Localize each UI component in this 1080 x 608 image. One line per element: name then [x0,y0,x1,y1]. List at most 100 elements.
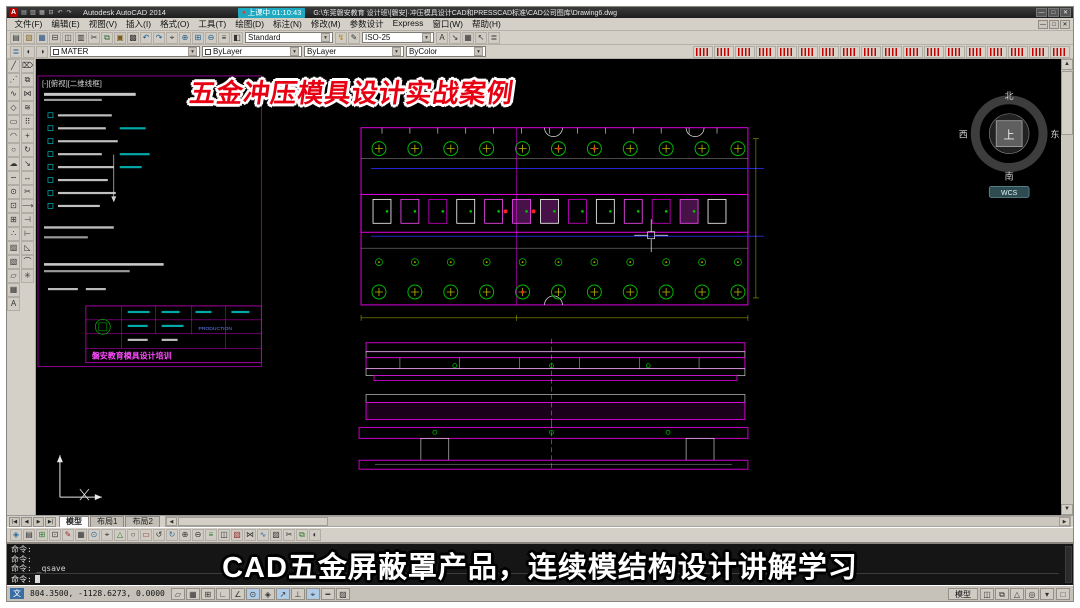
tab-layout1[interactable]: 布局1 [90,516,125,527]
redo-icon[interactable]: ↷ [153,31,165,44]
publish-icon[interactable]: ▥ [75,31,87,44]
presscad-tool-icon[interactable] [1050,45,1070,58]
vertical-scrollbar[interactable]: ▲ ▼ [1061,59,1073,515]
tab-layout2[interactable]: 布局2 [125,516,160,527]
save-icon[interactable]: ▦ [36,31,48,44]
menu-insert[interactable]: 插入(I) [122,18,156,30]
multiline-text-icon[interactable]: A [7,297,20,311]
autocad-logo-icon[interactable]: A [9,8,18,17]
scroll-right-icon[interactable]: ▶ [1059,517,1070,526]
region-icon[interactable]: ▱ [7,269,20,283]
make-block-icon[interactable]: ⊞ [7,213,20,227]
copy-clip-icon[interactable]: ⧉ [101,31,113,44]
presscad-tool-icon[interactable] [966,45,986,58]
menu-draw[interactable]: 绘图(D) [231,18,269,30]
snap-toggle[interactable]: ▦ [185,587,200,600]
polar-toggle[interactable]: ∠ [230,587,245,600]
spline-icon[interactable]: ∽ [7,171,20,185]
layer-states-icon[interactable]: ≣ [488,31,500,44]
mdi-minimize-button[interactable]: — [1038,19,1048,29]
bottom-tool-icon[interactable]: ◫ [218,529,230,541]
qat-undo-icon[interactable]: ↶ [56,9,64,16]
menu-format[interactable]: 格式(O) [156,18,194,30]
pan-icon[interactable]: ⌖ [166,31,178,44]
presscad-tool-icon[interactable] [861,45,881,58]
ducs-toggle[interactable]: ⊥ [290,587,305,600]
table-style-icon[interactable]: ▦ [462,31,474,44]
ime-indicator[interactable]: 文 [10,588,24,599]
rotate-icon[interactable]: ↻ [21,143,34,157]
trim-icon[interactable]: ✂ [21,185,34,199]
menu-dimension[interactable]: 标注(N) [269,18,307,30]
construction-line-icon[interactable]: ⋰ [7,73,20,87]
arc-icon[interactable]: ◠ [7,129,20,143]
bottom-tool-icon[interactable]: ⋈ [244,529,256,541]
annotation-icon[interactable]: ✎ [348,31,360,44]
open-icon[interactable]: ▧ [23,31,35,44]
menu-view[interactable]: 视图(V) [84,18,121,30]
new-icon[interactable]: ▤ [10,31,22,44]
ellipse-icon[interactable]: ⊙ [7,185,20,199]
annotation-scale-icon[interactable]: △ [1010,587,1024,600]
polyline-icon[interactable]: ∿ [7,87,20,101]
menu-modify[interactable]: 修改(M) [306,18,345,30]
dim-style-combo[interactable]: ISO-25 ▾ [362,32,434,43]
layer-unisolate-icon[interactable]: ◑ [36,45,48,58]
paste-icon[interactable]: ▣ [114,31,126,44]
bottom-tool-icon[interactable]: ▤ [23,529,35,541]
zoom-window-icon[interactable]: ⊞ [192,31,204,44]
horizontal-scroll-thumb[interactable] [177,517,328,526]
bottom-tool-icon[interactable]: ▧ [231,529,243,541]
circle-icon[interactable]: ○ [7,143,20,157]
presscad-tool-icon[interactable] [882,45,902,58]
qat-redo-icon[interactable]: ↷ [65,9,73,16]
scroll-down-icon[interactable]: ▼ [1061,504,1073,515]
menu-window[interactable]: 窗口(W) [428,18,468,30]
zoom-realtime-icon[interactable]: ⊕ [179,31,191,44]
viewport-controls[interactable]: [-][俯视][二维线框] [42,78,102,88]
text-style-icon[interactable]: A [436,31,448,44]
menu-tools[interactable]: 工具(T) [194,18,231,30]
mirror-icon[interactable]: ⋈ [21,87,34,101]
menu-parametric-design[interactable]: 参数设计 [345,18,388,30]
dim-style-icon[interactable]: ↘ [449,31,461,44]
otrack-toggle[interactable]: ↗ [275,587,290,600]
presscad-tool-icon[interactable] [735,45,755,58]
array-icon[interactable]: ⠿ [21,115,34,129]
bottom-tool-icon[interactable]: ▭ [140,529,152,541]
polygon-icon[interactable]: ◇ [7,101,20,115]
minimize-button[interactable]: — [1036,8,1047,17]
join-icon[interactable]: ⊢ [21,227,34,241]
presscad-tool-icon[interactable] [693,45,713,58]
designcenter-icon[interactable]: ◧ [231,31,243,44]
presscad-tool-icon[interactable] [903,45,923,58]
viewcube-west[interactable]: 西 [959,130,968,140]
model-space-button[interactable]: 模型 [948,587,978,600]
copy-icon[interactable]: ⧉ [21,73,34,87]
bottom-tool-icon[interactable]: ⊞ [36,529,48,541]
line-icon[interactable]: ╱ [7,59,20,73]
presscad-tool-icon[interactable] [924,45,944,58]
next-tab-button[interactable]: ▶ [33,516,44,527]
color-combo[interactable]: ByLayer ▾ [202,46,302,57]
layer-combo[interactable]: MATER ▾ [50,46,200,57]
presscad-tool-icon[interactable] [987,45,1007,58]
bottom-tool-icon[interactable]: ✂ [283,529,295,541]
layer-isolate-icon[interactable]: ◐ [23,45,35,58]
drawing-canvas[interactable]: [-][俯视][二维线框] 磐安教育模具设计培训 PRODUCTION 上 北 … [36,59,1061,515]
dyn-toggle[interactable]: ⌖ [305,587,320,600]
grid-toggle[interactable]: ⊞ [200,587,215,600]
bottom-tool-icon[interactable]: ⊖ [192,529,204,541]
revision-cloud-icon[interactable]: ☁ [7,157,20,171]
bottom-tool-icon[interactable]: ◐ [309,529,321,541]
qat-plot-icon[interactable]: ⊟ [47,9,55,16]
bottom-tool-icon[interactable]: ≡ [205,529,217,541]
qat-open-icon[interactable]: ▧ [29,9,37,16]
menu-express[interactable]: Express [388,18,428,30]
last-tab-button[interactable]: ▶| [45,516,56,527]
status-menu-icon[interactable]: ▾ [1040,587,1054,600]
viewcube-east[interactable]: 东 [1051,129,1060,140]
viewcube[interactable]: 上 北 南 西 东 WCS [959,91,1060,198]
cut-icon[interactable]: ✂ [88,31,100,44]
match-properties-icon[interactable]: ▩ [127,31,139,44]
